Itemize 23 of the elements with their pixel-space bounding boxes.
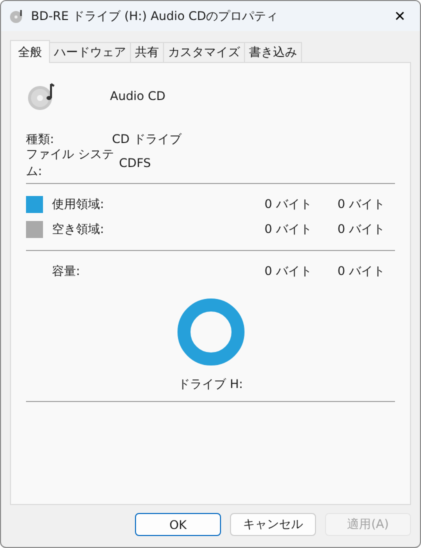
drive-label: ドライブ H: — [178, 376, 243, 393]
capacity-label: 容量: — [52, 263, 82, 280]
byte-count: 0 バイト — [264, 196, 312, 213]
size-value: 0 バイト — [336, 196, 385, 213]
property-value: CDFS — [119, 156, 151, 170]
size-value: 0 バイト — [336, 263, 385, 280]
window-title: BD-RE ドライブ (H:) Audio CDのプロパティ — [31, 8, 280, 24]
size-value: 0 バイト — [336, 221, 385, 238]
space-label: 使用領域: — [52, 196, 106, 213]
dialog-button[interactable]: キャンセル — [230, 513, 316, 536]
property-label: 種類: — [26, 130, 56, 148]
disc-icon — [9, 8, 25, 24]
volume-name: Audio CD — [110, 89, 166, 103]
byte-count: 0 バイト — [264, 221, 312, 238]
property-value: CD ドライブ — [112, 130, 182, 148]
property-label: ファイル システム: — [26, 146, 115, 180]
space-label: 空き領域: — [52, 221, 106, 238]
close-button[interactable]: ✕ — [380, 1, 420, 31]
tab[interactable]: 書き込み — [244, 42, 302, 62]
usage-ring-drawing — [176, 298, 244, 366]
tab[interactable]: 全般 — [10, 40, 50, 63]
byte-count: 0 バイト — [264, 263, 312, 280]
dialog-button[interactable]: OK — [135, 513, 221, 536]
